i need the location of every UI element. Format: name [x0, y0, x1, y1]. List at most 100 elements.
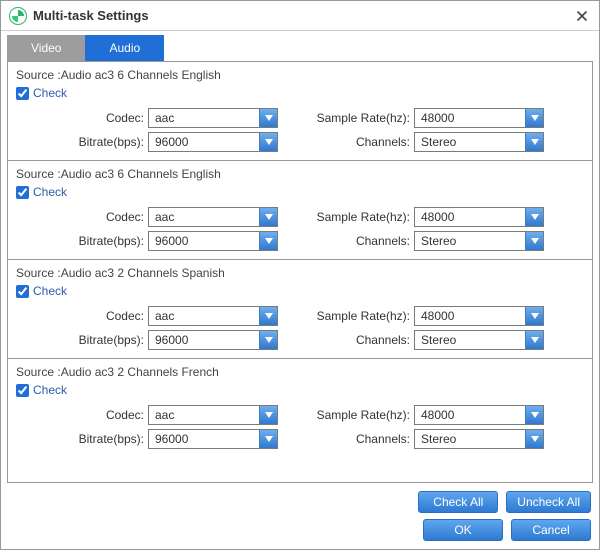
audio-tracks-panel: Source :Audio ac3 6 Channels English Chec… [7, 61, 593, 483]
codec-label: Codec: [44, 111, 144, 125]
samplerate-select-value: 48000 [421, 408, 454, 422]
bitrate-select-value: 96000 [155, 432, 188, 446]
codec-select[interactable]: aac [148, 108, 278, 128]
check-label: Check [33, 383, 67, 397]
uncheck-all-button[interactable]: Uncheck All [506, 491, 591, 513]
bitrate-field: Bitrate(bps): 96000 [14, 429, 300, 449]
channels-select-value: Stereo [421, 135, 456, 149]
codec-select-value: aac [155, 408, 174, 422]
check-label: Check [33, 185, 67, 199]
audio-track: Source :Audio ac3 6 Channels EnglishChec… [8, 161, 592, 260]
audio-track: Source :Audio ac3 2 Channels French Check… [8, 359, 592, 457]
bitrate-select[interactable]: 96000 [148, 132, 278, 152]
samplerate-select[interactable]: 48000 [414, 405, 544, 425]
window-title: Multi-task Settings [33, 8, 573, 23]
codec-select-value: aac [155, 210, 174, 224]
check-all-button[interactable]: Check All [418, 491, 498, 513]
row-bitrate-channels: Bitrate(bps): 96000 Channels: Stereo [14, 330, 586, 350]
samplerate-label: Sample Rate(hz): [300, 408, 410, 422]
check-checkbox[interactable] [16, 186, 29, 199]
channels-field: Channels:Stereo [300, 132, 586, 152]
codec-field: Codec: aac [14, 207, 300, 227]
bitrate-label: Bitrate(bps): [44, 234, 144, 248]
channels-select[interactable]: Stereo [414, 429, 544, 449]
check-row: Check [14, 282, 586, 302]
bitrate-label: Bitrate(bps): [44, 333, 144, 347]
codec-select-value: aac [155, 309, 174, 323]
channels-field: Channels: Stereo [300, 330, 586, 350]
bitrate-field: Bitrate(bps): 96000 [14, 231, 300, 251]
samplerate-field: Sample Rate(hz): 48000 [300, 405, 586, 425]
chevron-down-icon [259, 331, 277, 349]
row-codec-samplerate: Codec:aacSample Rate(hz):48000 [14, 306, 586, 326]
check-row: Check [14, 183, 586, 203]
settings-window: Multi-task Settings Video Audio Source :… [0, 0, 600, 550]
channels-select[interactable]: Stereo [414, 231, 544, 251]
channels-select-value: Stereo [421, 432, 456, 446]
chevron-down-icon [525, 406, 543, 424]
samplerate-select[interactable]: 48000 [414, 207, 544, 227]
chevron-down-icon [259, 208, 277, 226]
source-label: Source :Audio ac3 6 Channels English [14, 66, 586, 84]
codec-select[interactable]: aac [148, 405, 278, 425]
bitrate-label: Bitrate(bps): [44, 135, 144, 149]
row-bitrate-channels: Bitrate(bps): 96000 Channels:Stereo [14, 132, 586, 152]
ok-button[interactable]: OK [423, 519, 503, 541]
row-codec-samplerate: Codec:aacSample Rate(hz):48000 [14, 405, 586, 425]
samplerate-select-value: 48000 [421, 210, 454, 224]
bitrate-select-value: 96000 [155, 333, 188, 347]
chevron-down-icon [259, 307, 277, 325]
codec-label: Codec: [44, 210, 144, 224]
check-checkbox[interactable] [16, 285, 29, 298]
samplerate-field: Sample Rate(hz):48000 [300, 306, 586, 326]
channels-select-value: Stereo [421, 333, 456, 347]
bitrate-select[interactable]: 96000 [148, 330, 278, 350]
chevron-down-icon [525, 109, 543, 127]
check-row: Check [14, 381, 586, 401]
audio-track: Source :Audio ac3 6 Channels English Chec… [8, 62, 592, 161]
samplerate-select[interactable]: 48000 [414, 108, 544, 128]
tab-audio[interactable]: Audio [85, 35, 164, 61]
channels-label: Channels: [300, 432, 410, 446]
channels-select[interactable]: Stereo [414, 330, 544, 350]
codec-select[interactable]: aac [148, 306, 278, 326]
codec-select[interactable]: aac [148, 207, 278, 227]
row-bitrate-channels: Bitrate(bps): 96000 Channels: Stereo [14, 429, 586, 449]
bitrate-select-value: 96000 [155, 234, 188, 248]
chevron-down-icon [525, 331, 543, 349]
bitrate-select-value: 96000 [155, 135, 188, 149]
chevron-down-icon [259, 133, 277, 151]
titlebar: Multi-task Settings [1, 1, 599, 31]
check-buttons-row: Check All Uncheck All [9, 491, 591, 513]
codec-field: Codec:aac [14, 306, 300, 326]
channels-select[interactable]: Stereo [414, 132, 544, 152]
check-checkbox[interactable] [16, 87, 29, 100]
samplerate-select[interactable]: 48000 [414, 306, 544, 326]
close-icon[interactable] [573, 7, 591, 25]
app-icon [9, 7, 27, 25]
check-label: Check [33, 284, 67, 298]
channels-field: Channels: Stereo [300, 231, 586, 251]
chevron-down-icon [259, 109, 277, 127]
cancel-button[interactable]: Cancel [511, 519, 591, 541]
check-row: Check [14, 84, 586, 104]
source-label: Source :Audio ac3 2 Channels Spanish [14, 264, 586, 282]
footer: Check All Uncheck All OK Cancel [1, 487, 599, 549]
chevron-down-icon [525, 232, 543, 250]
samplerate-select-value: 48000 [421, 309, 454, 323]
channels-label: Channels: [300, 234, 410, 248]
channels-label: Channels: [300, 333, 410, 347]
bitrate-field: Bitrate(bps): 96000 [14, 330, 300, 350]
check-label: Check [33, 86, 67, 100]
bitrate-select[interactable]: 96000 [148, 429, 278, 449]
check-checkbox[interactable] [16, 384, 29, 397]
codec-field: Codec: aac [14, 108, 300, 128]
bitrate-label: Bitrate(bps): [44, 432, 144, 446]
channels-select-value: Stereo [421, 234, 456, 248]
bitrate-select[interactable]: 96000 [148, 231, 278, 251]
samplerate-label: Sample Rate(hz): [300, 210, 410, 224]
chevron-down-icon [259, 232, 277, 250]
samplerate-field: Sample Rate(hz):48000 [300, 108, 586, 128]
source-label: Source :Audio ac3 2 Channels French [14, 363, 586, 381]
tab-video[interactable]: Video [7, 35, 85, 61]
